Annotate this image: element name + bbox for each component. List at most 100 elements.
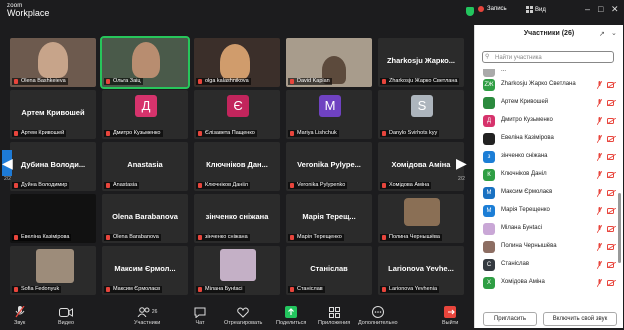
video-tile[interactable]: Дубина Володи... Дуйна Володимир xyxy=(10,142,96,191)
participants-icon: 26 xyxy=(134,306,160,318)
video-tile[interactable]: Anastasia Anastasia xyxy=(102,142,188,191)
participant-name: Евеліна Казімірова xyxy=(501,135,554,141)
video-tile[interactable]: Полина Чернышёва xyxy=(378,194,464,243)
previous-page-arrow-icon[interactable]: ◀ xyxy=(2,150,13,176)
participant-list: ... ZЖ Zharkosju Жарко Светлана Артем Кр… xyxy=(475,69,623,302)
list-item[interactable]: Х Хомідова Аміна xyxy=(483,277,617,289)
tile-label: Veronika Pylypenko xyxy=(288,182,348,189)
list-item[interactable]: Полина Чернышёва xyxy=(483,241,617,253)
tile-label: David Kaplan xyxy=(288,78,332,85)
video-tile[interactable]: Максим Єрмол... Максим Єрмолаєв xyxy=(102,246,188,295)
share-label: Поделиться xyxy=(276,320,307,326)
apps-button[interactable]: Приложения xyxy=(318,306,350,326)
react-button[interactable]: Отреагировать xyxy=(224,306,262,326)
tile-label: Артем Кривошей xyxy=(12,130,67,137)
video-off-icon xyxy=(607,208,616,214)
list-item[interactable]: ZЖ Zharkosju Жарко Светлана xyxy=(483,79,617,91)
video-off-icon xyxy=(607,280,616,286)
invite-button[interactable]: Пригласить xyxy=(483,312,537,326)
participant-name: зінченко сніжана xyxy=(501,153,548,159)
video-tile[interactable]: David Kaplan xyxy=(286,38,372,87)
video-tile[interactable]: Veronika Pylype... Veronika Pylypenko xyxy=(286,142,372,191)
leave-button[interactable]: Выйти xyxy=(442,306,458,326)
list-item[interactable]: М Марія Терещенко xyxy=(483,205,617,217)
close-icon[interactable]: ✕ xyxy=(611,4,619,15)
avatar: Д xyxy=(135,95,157,117)
video-tile-active-speaker[interactable]: Ольга Заіц xyxy=(100,36,190,89)
panel-scrollbar[interactable] xyxy=(618,193,621,263)
unmute-me-button[interactable]: Включить свой звук xyxy=(543,312,617,326)
participants-button[interactable]: 26 Участники xyxy=(134,306,160,326)
page-indicator-right: 2/2 xyxy=(458,176,465,182)
leave-icon xyxy=(442,306,458,318)
video-tile[interactable]: Станіслав Станіслав xyxy=(286,246,372,295)
tile-label: Olena Barabanova xyxy=(104,234,161,241)
video-off-icon xyxy=(607,100,616,106)
list-item[interactable]: М Максим Єрмолаєв xyxy=(483,187,617,199)
video-off-icon xyxy=(607,244,616,250)
audio-button[interactable]: Звук xyxy=(14,306,25,326)
tile-name: Хомідова Аміна xyxy=(391,160,451,169)
tile-name: Larionova Yevhe... xyxy=(388,264,454,273)
list-item[interactable]: Д Дмитро Кузьменко xyxy=(483,115,617,127)
avatar: Д xyxy=(483,115,495,127)
share-button[interactable]: Поделиться xyxy=(276,306,306,326)
mic-muted-icon xyxy=(597,207,602,215)
mic-muted-icon xyxy=(14,306,25,318)
video-button[interactable]: Видео xyxy=(58,306,74,326)
chat-button[interactable]: Чат xyxy=(194,306,206,326)
list-item[interactable]: Мілана Бунtасі xyxy=(483,223,617,235)
close-panel-icon[interactable]: ⌄ xyxy=(611,29,617,37)
video-tile[interactable]: Евеліна Казімірова xyxy=(10,194,96,243)
participant-search-input[interactable]: Найти участника xyxy=(482,51,614,63)
list-item[interactable]: С Станіслав xyxy=(483,259,617,271)
tile-label: Максим Єрмолаєв xyxy=(104,286,163,293)
video-tile[interactable]: Olena Bashkeieva xyxy=(10,38,96,87)
avatar: М xyxy=(483,187,495,199)
recording-indicator[interactable]: Запись xyxy=(478,6,507,12)
list-item[interactable]: Артем Кривошей xyxy=(483,97,617,109)
tile-name: зінченко сніжана xyxy=(205,212,269,221)
participant-video xyxy=(404,198,440,226)
tile-name: Дубина Володи... xyxy=(20,160,86,169)
more-button[interactable]: Дополнительно xyxy=(358,306,398,326)
video-tile[interactable]: Є Єлізавета Пащенко xyxy=(194,90,280,139)
video-tile[interactable]: M Mariya Lishchuk xyxy=(286,90,372,139)
video-tile[interactable]: Larionova Yevhe... Larionova Yevhenia xyxy=(378,246,464,295)
video-tile[interactable]: Olena Barabanova Olena Barabanova xyxy=(102,194,188,243)
video-tile[interactable]: Ключніков Дан... Ключніков Данііл xyxy=(194,142,280,191)
video-tile[interactable]: Мілана Бунtасі xyxy=(194,246,280,295)
participants-label: Участники xyxy=(134,320,161,326)
video-tile[interactable]: olga kalashnikova xyxy=(194,38,280,87)
mic-muted-icon xyxy=(597,117,602,125)
video-tile[interactable]: Артем Кривошей Артем Кривошей xyxy=(10,90,96,139)
maximize-icon[interactable]: □ xyxy=(598,4,603,14)
avatar: М xyxy=(483,205,495,217)
video-tile[interactable]: Zharkosju Жарко... Zharkosju Жарко Светл… xyxy=(378,38,464,87)
video-tile[interactable]: Хомідова Аміна Хомідова Аміна xyxy=(378,142,464,191)
video-tile[interactable]: Д Дмитро Кузьменко xyxy=(102,90,188,139)
view-button[interactable]: Вид xyxy=(526,6,546,13)
tile-label: olga kalashnikova xyxy=(196,78,251,85)
mic-muted-icon xyxy=(597,189,602,197)
list-item[interactable]: К Ключніков Даніл xyxy=(483,169,617,181)
security-shield-icon[interactable] xyxy=(466,7,474,16)
popout-icon[interactable]: ↗ xyxy=(599,30,605,38)
avatar: Є xyxy=(227,95,249,117)
video-tile[interactable]: S Danylo Svirhots kyy xyxy=(378,90,464,139)
participant-video xyxy=(38,42,68,78)
participant-name: Полина Чернышёва xyxy=(501,243,557,249)
share-screen-icon xyxy=(276,306,306,318)
video-tile[interactable]: Sofia Fedonyuk xyxy=(10,246,96,295)
tile-name: Марія Терещ... xyxy=(302,212,356,221)
video-tile[interactable]: Марія Терещ... Марія Терещенко xyxy=(286,194,372,243)
tile-label: Марія Терещенко xyxy=(288,234,344,241)
list-item[interactable]: Евеліна Казімірова xyxy=(483,133,617,145)
next-page-arrow-icon[interactable]: ▶ xyxy=(456,150,467,176)
list-item[interactable]: ... xyxy=(483,69,617,77)
logo-line2: Workplace xyxy=(7,8,50,18)
video-tile[interactable]: зінченко сніжана зінченко сніжана xyxy=(194,194,280,243)
minimize-icon[interactable]: – xyxy=(585,4,590,14)
grid-view-icon xyxy=(526,6,533,13)
list-item[interactable]: з зінченко сніжана xyxy=(483,151,617,163)
